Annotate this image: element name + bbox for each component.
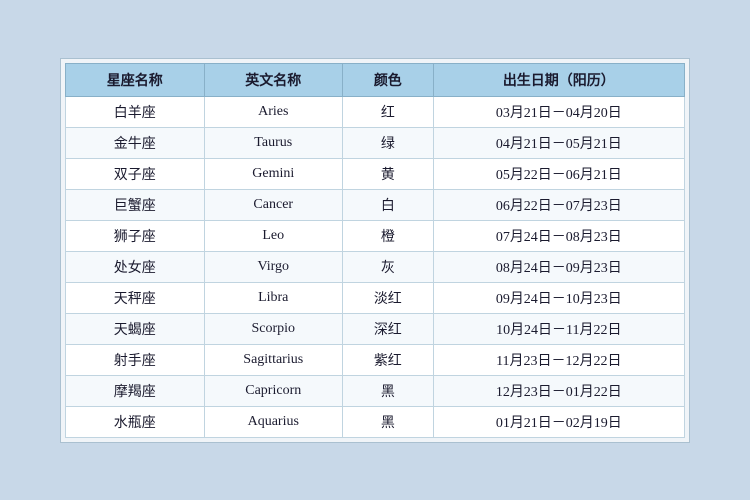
cell-english: Cancer [204,189,343,220]
col-header-color: 颜色 [343,63,434,96]
table-row: 射手座Sagittarius紫红11月23日－12月22日 [66,344,685,375]
cell-english: Libra [204,282,343,313]
cell-english: Scorpio [204,313,343,344]
cell-color: 淡红 [343,282,434,313]
cell-date: 05月22日－06月21日 [433,158,684,189]
table-header-row: 星座名称 英文名称 颜色 出生日期（阳历） [66,63,685,96]
cell-chinese: 摩羯座 [66,375,205,406]
cell-date: 10月24日－11月22日 [433,313,684,344]
cell-english: Virgo [204,251,343,282]
cell-date: 06月22日－07月23日 [433,189,684,220]
cell-chinese: 处女座 [66,251,205,282]
cell-color: 灰 [343,251,434,282]
cell-color: 黑 [343,406,434,437]
table-row: 巨蟹座Cancer白06月22日－07月23日 [66,189,685,220]
table-row: 金牛座Taurus绿04月21日－05月21日 [66,127,685,158]
col-header-chinese: 星座名称 [66,63,205,96]
table-row: 水瓶座Aquarius黑01月21日－02月19日 [66,406,685,437]
cell-chinese: 狮子座 [66,220,205,251]
cell-chinese: 白羊座 [66,96,205,127]
table-row: 狮子座Leo橙07月24日－08月23日 [66,220,685,251]
cell-english: Sagittarius [204,344,343,375]
cell-date: 11月23日－12月22日 [433,344,684,375]
cell-color: 红 [343,96,434,127]
cell-color: 黑 [343,375,434,406]
cell-date: 03月21日－04月20日 [433,96,684,127]
cell-chinese: 水瓶座 [66,406,205,437]
zodiac-table: 星座名称 英文名称 颜色 出生日期（阳历） 白羊座Aries红03月21日－04… [65,63,685,438]
cell-color: 白 [343,189,434,220]
table-row: 双子座Gemini黄05月22日－06月21日 [66,158,685,189]
cell-english: Leo [204,220,343,251]
cell-chinese: 天蝎座 [66,313,205,344]
cell-english: Capricorn [204,375,343,406]
cell-chinese: 双子座 [66,158,205,189]
cell-color: 黄 [343,158,434,189]
cell-color: 紫红 [343,344,434,375]
cell-chinese: 巨蟹座 [66,189,205,220]
cell-date: 08月24日－09月23日 [433,251,684,282]
cell-english: Taurus [204,127,343,158]
cell-english: Gemini [204,158,343,189]
cell-english: Aquarius [204,406,343,437]
cell-color: 绿 [343,127,434,158]
table-row: 天蝎座Scorpio深红10月24日－11月22日 [66,313,685,344]
cell-chinese: 天秤座 [66,282,205,313]
cell-date: 12月23日－01月22日 [433,375,684,406]
table-row: 处女座Virgo灰08月24日－09月23日 [66,251,685,282]
col-header-english: 英文名称 [204,63,343,96]
table-row: 白羊座Aries红03月21日－04月20日 [66,96,685,127]
cell-chinese: 射手座 [66,344,205,375]
cell-chinese: 金牛座 [66,127,205,158]
cell-date: 07月24日－08月23日 [433,220,684,251]
cell-color: 深红 [343,313,434,344]
col-header-date: 出生日期（阳历） [433,63,684,96]
cell-date: 09月24日－10月23日 [433,282,684,313]
cell-date: 01月21日－02月19日 [433,406,684,437]
cell-date: 04月21日－05月21日 [433,127,684,158]
table-row: 摩羯座Capricorn黑12月23日－01月22日 [66,375,685,406]
cell-english: Aries [204,96,343,127]
zodiac-table-container: 星座名称 英文名称 颜色 出生日期（阳历） 白羊座Aries红03月21日－04… [60,58,690,443]
table-body: 白羊座Aries红03月21日－04月20日金牛座Taurus绿04月21日－0… [66,96,685,437]
table-row: 天秤座Libra淡红09月24日－10月23日 [66,282,685,313]
cell-color: 橙 [343,220,434,251]
